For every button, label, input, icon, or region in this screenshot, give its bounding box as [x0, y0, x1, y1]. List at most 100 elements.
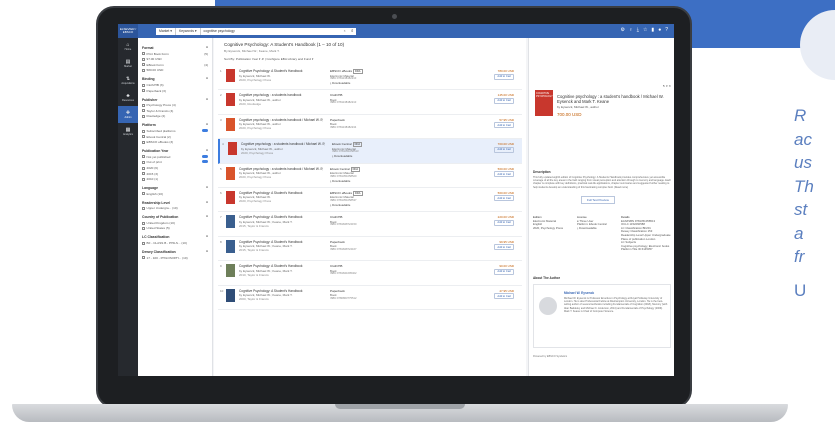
facet-option[interactable]: Taylor & Francis (4) [142, 109, 208, 113]
result-title[interactable]: Cognitive Psychology: A Student's Handbo… [239, 215, 323, 219]
author-name[interactable]: Michael W. Eysenck [564, 291, 594, 295]
notifications-icon[interactable]: ● [658, 27, 661, 33]
detail-author[interactable]: by Eysenck, Michael W., author [557, 105, 599, 109]
facet-option[interactable]: Paperback (3) [142, 89, 208, 93]
book-cover-thumbnail[interactable] [226, 117, 235, 131]
table-row[interactable]: 4 Cognitive psychology : a students handb… [218, 139, 522, 164]
checkbox-icon[interactable] [142, 177, 145, 181]
nav-home[interactable]: ⌂ Home [118, 38, 138, 55]
result-title[interactable]: Cognitive Psychology: A Student's Handbo… [239, 289, 323, 293]
search-input[interactable]: cognitive psychology × ⌕ [200, 27, 356, 35]
checkbox-icon[interactable] [142, 241, 145, 245]
facet-option[interactable]: Cloth/HB (3) [142, 83, 208, 87]
result-title[interactable]: Cognitive psychology : a students handbo… [239, 167, 323, 171]
table-row[interactable]: 2 Cognitive psychology : a students handb… [218, 90, 522, 115]
search-field-dropdown[interactable]: Keywords ▾ [176, 27, 201, 35]
help-icon[interactable]: ? [665, 27, 668, 33]
result-title[interactable]: Cognitive psychology : a students handbo… [239, 118, 323, 122]
result-title[interactable]: Cognitive Psychology: A Student's Handbo… [239, 264, 323, 268]
book-cover-thumbnail[interactable] [226, 215, 235, 229]
facet-option[interactable]: 2010 (1) [142, 177, 208, 181]
facet-option[interactable]: 97.00 USD [142, 57, 208, 61]
checkbox-icon[interactable] [142, 52, 145, 56]
facet-option[interactable]: EBSCO eBooks (3) [142, 140, 208, 144]
add-to-cart-button[interactable]: Add to Cart [494, 122, 514, 129]
facet-option[interactable]: Routledge (2) [142, 114, 208, 118]
add-to-cart-button[interactable]: Add to Cart [494, 73, 514, 80]
add-to-cart-button[interactable]: Add to Cart [494, 97, 514, 104]
result-title[interactable]: Cognitive Psychology: A Student's Handbo… [239, 240, 323, 244]
nav-resources[interactable]: ♣ Resources [118, 89, 138, 106]
book-cover-thumbnail[interactable] [226, 288, 235, 302]
result-title[interactable]: Cognitive Psychology: A Student's Handbo… [239, 69, 323, 73]
facet-option[interactable]: 2015 (3) [142, 172, 208, 176]
chevron-up-icon[interactable]: ^ [206, 186, 208, 190]
chevron-up-icon[interactable]: ^ [206, 123, 208, 127]
facet-title[interactable]: Binding ^ [142, 77, 208, 81]
checkbox-icon[interactable] [142, 115, 145, 119]
facet-option[interactable]: EBook Form (4) [142, 63, 208, 67]
checkbox-icon[interactable] [142, 83, 145, 87]
checkbox-icon[interactable] [142, 166, 145, 170]
result-title[interactable]: Cognitive psychology : a students handbo… [239, 93, 323, 97]
user-icon[interactable]: ♀ [629, 27, 633, 33]
chevron-up-icon[interactable]: ^ [206, 235, 208, 239]
facet-option[interactable]: United States (5) [142, 226, 208, 230]
table-row[interactable]: 5 Cognitive psychology : a students handb… [218, 164, 522, 188]
facet-option[interactable]: Upper Undergra... (10) [142, 206, 208, 210]
checkbox-icon[interactable] [142, 155, 145, 159]
facet-option[interactable]: Print Book Form (5) [142, 52, 208, 56]
favorites-icon[interactable]: ☆ [643, 27, 647, 33]
chevron-up-icon[interactable]: ^ [206, 98, 208, 102]
nav-acquisitions[interactable]: ⇅ Acquisitions [118, 72, 138, 89]
facet-option[interactable]: 2020 (6) [142, 166, 208, 170]
checkbox-icon[interactable] [142, 221, 145, 225]
add-to-cart-button[interactable]: Add to Cart [494, 244, 514, 251]
facet-option[interactable]: Not yet published [142, 154, 208, 159]
settings-icon[interactable]: ⚙ [620, 27, 624, 33]
add-to-cart-button[interactable]: Add to Cart [494, 171, 514, 178]
checkbox-icon[interactable] [142, 256, 145, 260]
checkbox-icon[interactable] [142, 63, 145, 67]
chevron-up-icon[interactable]: ^ [206, 77, 208, 81]
checkbox-icon[interactable] [142, 192, 145, 196]
checkbox-icon[interactable] [142, 69, 145, 73]
detail-toolbar[interactable]: ↻ ▾ ✕ [663, 84, 671, 88]
sort-control[interactable]: Sort By: Publication Year ▾ ⇵ | Configur… [224, 57, 518, 61]
facet-title[interactable]: Platform ^ [142, 123, 208, 127]
table-row[interactable]: 1 Cognitive Psychology: A Student's Handb… [218, 66, 522, 91]
chevron-up-icon[interactable]: ^ [206, 215, 208, 219]
nav-market[interactable]: ▤ Market [118, 55, 138, 72]
facet-title[interactable]: Language ^ [142, 186, 208, 190]
facet-title[interactable]: LC Classification ^ [142, 235, 208, 239]
facet-option[interactable]: English (10) [142, 192, 208, 196]
facet-title[interactable]: Publisher ^ [142, 98, 208, 102]
facet-title[interactable]: Dewey Classification ^ [142, 250, 208, 254]
book-cover-thumbnail[interactable] [228, 142, 237, 156]
facet-title[interactable]: Readership Level ^ [142, 201, 208, 205]
full-text-preview-button[interactable]: Full Text Preview [581, 196, 615, 204]
facet-title[interactable]: Publication Year ^ [142, 149, 208, 153]
add-to-cart-button[interactable]: Add to Cart [494, 268, 514, 275]
facet-option[interactable]: Subscribed platforms [142, 128, 208, 133]
add-to-cart-button[interactable]: Add to Cart [494, 195, 514, 202]
chevron-up-icon[interactable]: ^ [206, 250, 208, 254]
checkbox-icon[interactable] [142, 57, 145, 61]
checkbox-icon[interactable] [142, 109, 145, 113]
table-row[interactable]: 7 Cognitive Psychology: A Student's Handb… [218, 212, 522, 237]
add-to-cart-button[interactable]: Add to Cart [494, 146, 514, 153]
facet-title[interactable]: Country of Publication ^ [142, 215, 208, 219]
facet-option[interactable]: 17 - 100 - PHILOSOPH... (10) [142, 256, 208, 260]
table-row[interactable]: 6 Cognitive Psychology: A Student's Handb… [218, 188, 522, 213]
result-title[interactable]: Cognitive Psychology: A Student's Handbo… [239, 191, 323, 195]
chevron-up-icon[interactable]: ^ [206, 46, 208, 50]
result-title[interactable]: Cognitive psychology : a students handbo… [241, 142, 325, 146]
add-to-cart-button[interactable]: Add to Cart [494, 293, 514, 300]
book-cover-thumbnail[interactable] [226, 69, 235, 82]
table-row[interactable]: 8 Cognitive Psychology: A Student's Handb… [218, 237, 522, 262]
facet-option[interactable]: Out of print [142, 160, 208, 164]
book-cover-thumbnail[interactable] [226, 190, 235, 204]
checkbox-icon[interactable] [142, 161, 145, 164]
nav-analytics[interactable]: ▦ Analytics [118, 123, 138, 140]
facet-title[interactable]: Format ^ [142, 46, 208, 50]
